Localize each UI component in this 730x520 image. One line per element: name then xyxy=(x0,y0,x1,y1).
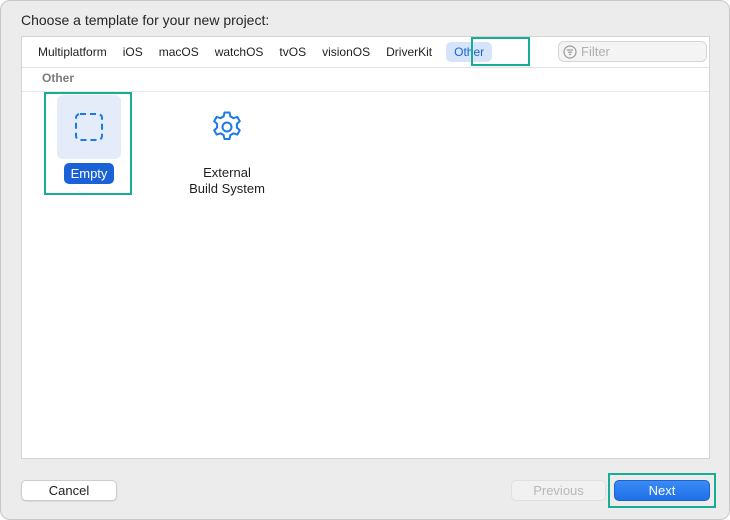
section-title: Other xyxy=(42,71,75,85)
tab-tvos[interactable]: tvOS xyxy=(271,42,314,62)
cancel-button[interactable]: Cancel xyxy=(21,480,117,501)
filter-input[interactable] xyxy=(581,44,701,59)
tab-driverkit[interactable]: DriverKit xyxy=(378,42,440,62)
gear-icon xyxy=(213,111,241,140)
template-external-tile xyxy=(195,95,259,159)
previous-button[interactable]: Previous xyxy=(511,480,606,501)
template-external-build-system[interactable]: External Build System xyxy=(182,95,272,197)
template-external-label-line2: Build System xyxy=(189,181,265,196)
tab-visionos[interactable]: visionOS xyxy=(314,42,378,62)
filter-field[interactable] xyxy=(558,41,707,62)
filter-icon xyxy=(563,44,577,59)
template-panel: Multiplatform iOS macOS watchOS tvOS vis… xyxy=(21,36,710,459)
tab-watchos[interactable]: watchOS xyxy=(207,42,272,62)
tab-macos[interactable]: macOS xyxy=(151,42,207,62)
tab-other-highlight xyxy=(471,37,530,66)
dialog-prompt: Choose a template for your new project: xyxy=(21,12,270,28)
template-external-label: External Build System xyxy=(172,165,282,197)
template-empty-highlight xyxy=(44,92,132,195)
template-external-label-line1: External xyxy=(203,165,251,180)
tabs-divider xyxy=(22,67,709,68)
new-project-dialog: Choose a template for your new project: … xyxy=(0,0,730,520)
tab-ios[interactable]: iOS xyxy=(115,42,151,62)
next-button-highlight xyxy=(608,473,716,508)
tab-multiplatform[interactable]: Multiplatform xyxy=(30,42,115,62)
